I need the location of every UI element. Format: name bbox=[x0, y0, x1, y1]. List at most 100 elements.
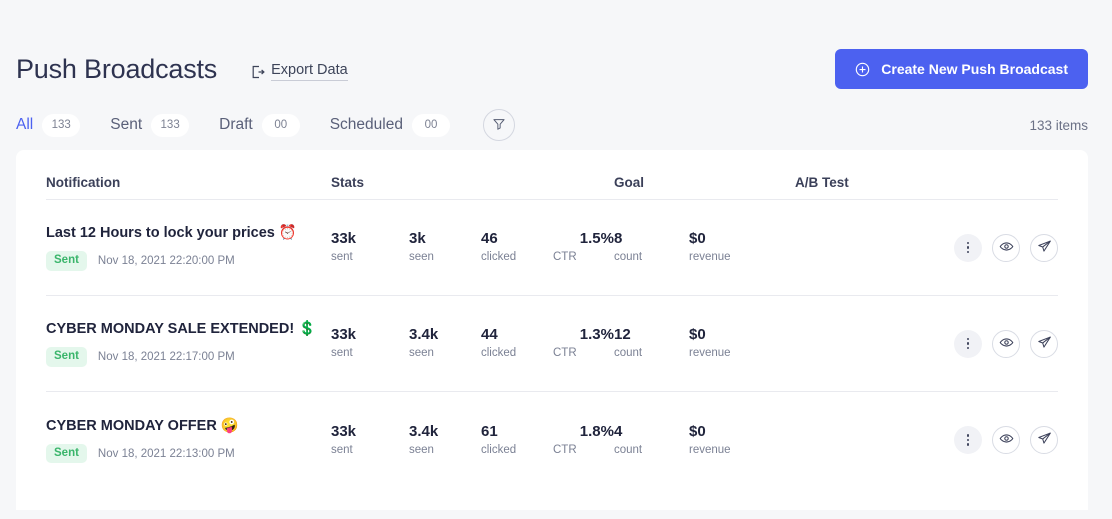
stat-seen-label: seen bbox=[409, 251, 434, 264]
notification-title-text: CYBER MONDAY OFFER bbox=[46, 417, 217, 434]
stat-ctr-value: 1.5% bbox=[579, 230, 614, 248]
stat-ctr-label: CTR bbox=[553, 251, 577, 264]
tab-scheduled-label: Scheduled bbox=[329, 116, 403, 133]
page-header: Push Broadcasts Export Data Create New P… bbox=[0, 0, 1112, 100]
stat-ctr-value: 1.3% bbox=[579, 326, 614, 344]
filter-funnel-icon bbox=[492, 117, 506, 134]
stat-clicked-label: clicked bbox=[481, 347, 517, 360]
table-row[interactable]: Last 12 Hours to lock your prices ⏰ Sent… bbox=[46, 200, 1058, 296]
page-title: Push Broadcasts bbox=[16, 53, 218, 84]
stat-clicked: 46 clicked bbox=[481, 231, 553, 264]
notification-title: CYBER MONDAY SALE EXTENDED! 💲 bbox=[46, 320, 331, 338]
table-header-row: Notification Stats Goal A/B Test bbox=[46, 150, 1058, 200]
goal-count-value: 12 bbox=[614, 326, 631, 344]
notification-title-text: Last 12 Hours to lock your prices bbox=[46, 225, 275, 242]
stat-seen-value: 3k bbox=[409, 230, 426, 248]
more-vertical-icon bbox=[966, 434, 970, 446]
table-body: Last 12 Hours to lock your prices ⏰ Sent… bbox=[46, 200, 1058, 488]
send-button[interactable] bbox=[1030, 426, 1058, 454]
tab-scheduled[interactable]: Scheduled 00 bbox=[329, 113, 450, 137]
tab-sent-label: Sent bbox=[110, 116, 143, 133]
goal-count-label: count bbox=[614, 443, 643, 456]
preview-button[interactable] bbox=[992, 426, 1020, 454]
goal-cell: 12 count $0 revenue bbox=[614, 327, 795, 360]
stats-cell: 33k sent 3k seen 46 clicked 1.5% CTR bbox=[331, 231, 614, 264]
stat-seen-label: seen bbox=[409, 347, 434, 360]
goal-revenue: $0 revenue bbox=[689, 424, 769, 457]
stat-sent: 33k sent bbox=[331, 327, 409, 360]
status-badge: Sent bbox=[46, 443, 87, 464]
stat-sent-label: sent bbox=[331, 251, 353, 264]
preview-button[interactable] bbox=[992, 233, 1020, 262]
tab-all-label: All bbox=[16, 116, 34, 133]
goal-cell: 4 count $0 revenue bbox=[614, 424, 795, 457]
stat-clicked: 44 clicked bbox=[481, 327, 553, 360]
goal-revenue-label: revenue bbox=[689, 347, 731, 360]
eye-icon bbox=[999, 431, 1014, 449]
status-badge: Sent bbox=[46, 347, 87, 367]
goal-count-value: 8 bbox=[614, 230, 623, 248]
more-vertical-icon bbox=[966, 337, 970, 350]
eye-icon bbox=[999, 239, 1014, 257]
tab-draft-label: Draft bbox=[219, 116, 253, 133]
broadcasts-table-card: Notification Stats Goal A/B Test Last 12… bbox=[16, 150, 1088, 510]
stat-sent-label: sent bbox=[331, 347, 353, 360]
column-header-abtest: A/B Test bbox=[795, 175, 849, 190]
goal-count: 4 count bbox=[614, 424, 689, 457]
stat-ctr-value: 1.8% bbox=[579, 422, 614, 440]
stat-seen-value: 3.4k bbox=[409, 326, 439, 344]
tab-sent-count: 133 bbox=[151, 113, 190, 137]
notification-cell: CYBER MONDAY OFFER 🤪 Sent Nov 18, 2021 2… bbox=[46, 417, 331, 464]
stat-seen: 3k seen bbox=[409, 231, 481, 264]
stat-sent: 33k sent bbox=[331, 231, 409, 264]
stat-ctr-label: CTR bbox=[553, 443, 577, 456]
send-button[interactable] bbox=[1030, 233, 1058, 262]
stat-sent: 33k sent bbox=[331, 424, 409, 457]
more-options-button[interactable] bbox=[954, 426, 982, 454]
stat-clicked-value: 44 bbox=[481, 326, 498, 344]
stat-ctr: 1.8% CTR bbox=[553, 424, 614, 457]
notification-date: Nov 18, 2021 22:17:00 PM bbox=[97, 351, 235, 364]
notification-title: Last 12 Hours to lock your prices ⏰ bbox=[46, 224, 331, 242]
goal-count: 12 count bbox=[614, 327, 689, 360]
goal-count-value: 4 bbox=[614, 422, 623, 440]
plus-circle-icon bbox=[855, 62, 870, 77]
filter-button[interactable] bbox=[482, 109, 515, 141]
tab-draft-count: 00 bbox=[261, 113, 300, 137]
table-row[interactable]: CYBER MONDAY OFFER 🤪 Sent Nov 18, 2021 2… bbox=[46, 392, 1058, 488]
stat-sent-value: 33k bbox=[331, 326, 357, 344]
stat-clicked-label: clicked bbox=[481, 251, 517, 264]
notification-meta: Sent Nov 18, 2021 22:13:00 PM bbox=[46, 443, 331, 464]
stat-seen: 3.4k seen bbox=[409, 327, 481, 360]
column-header-goal: Goal bbox=[614, 175, 645, 190]
alarm-clock-emoji: ⏰ bbox=[278, 225, 297, 242]
notification-title: CYBER MONDAY OFFER 🤪 bbox=[46, 417, 331, 435]
eye-icon bbox=[999, 335, 1014, 353]
tab-sent[interactable]: Sent 133 bbox=[110, 113, 190, 137]
tab-draft[interactable]: Draft 00 bbox=[219, 113, 300, 137]
notification-date: Nov 18, 2021 22:13:00 PM bbox=[97, 447, 235, 460]
goal-revenue-value: $0 bbox=[689, 326, 706, 344]
stat-ctr-label: CTR bbox=[553, 347, 577, 360]
create-new-push-broadcast-button[interactable]: Create New Push Broadcast bbox=[835, 49, 1088, 89]
preview-button[interactable] bbox=[992, 329, 1020, 358]
more-options-button[interactable] bbox=[954, 329, 982, 358]
export-data-button[interactable]: Export Data bbox=[251, 62, 348, 82]
table-row[interactable]: CYBER MONDAY SALE EXTENDED! 💲 Sent Nov 1… bbox=[46, 296, 1058, 392]
goal-count-label: count bbox=[614, 347, 643, 360]
stat-seen-label: seen bbox=[409, 443, 434, 456]
column-header-notification: Notification bbox=[46, 175, 121, 190]
export-icon bbox=[251, 65, 265, 79]
send-button[interactable] bbox=[1030, 329, 1058, 358]
goal-count-label: count bbox=[614, 251, 643, 264]
create-button-label: Create New Push Broadcast bbox=[881, 61, 1068, 77]
column-header-stats: Stats bbox=[331, 175, 365, 190]
row-actions bbox=[795, 233, 1058, 262]
goal-revenue-value: $0 bbox=[689, 230, 706, 248]
export-data-label: Export Data bbox=[271, 62, 348, 82]
stats-cell: 33k sent 3.4k seen 61 clicked 1.8% CTR bbox=[331, 424, 614, 457]
stat-seen: 3.4k seen bbox=[409, 424, 481, 457]
more-options-button[interactable] bbox=[954, 233, 982, 262]
tab-all[interactable]: All 133 bbox=[16, 113, 81, 137]
heavy-dollar-sign-emoji: 💲 bbox=[298, 321, 317, 338]
